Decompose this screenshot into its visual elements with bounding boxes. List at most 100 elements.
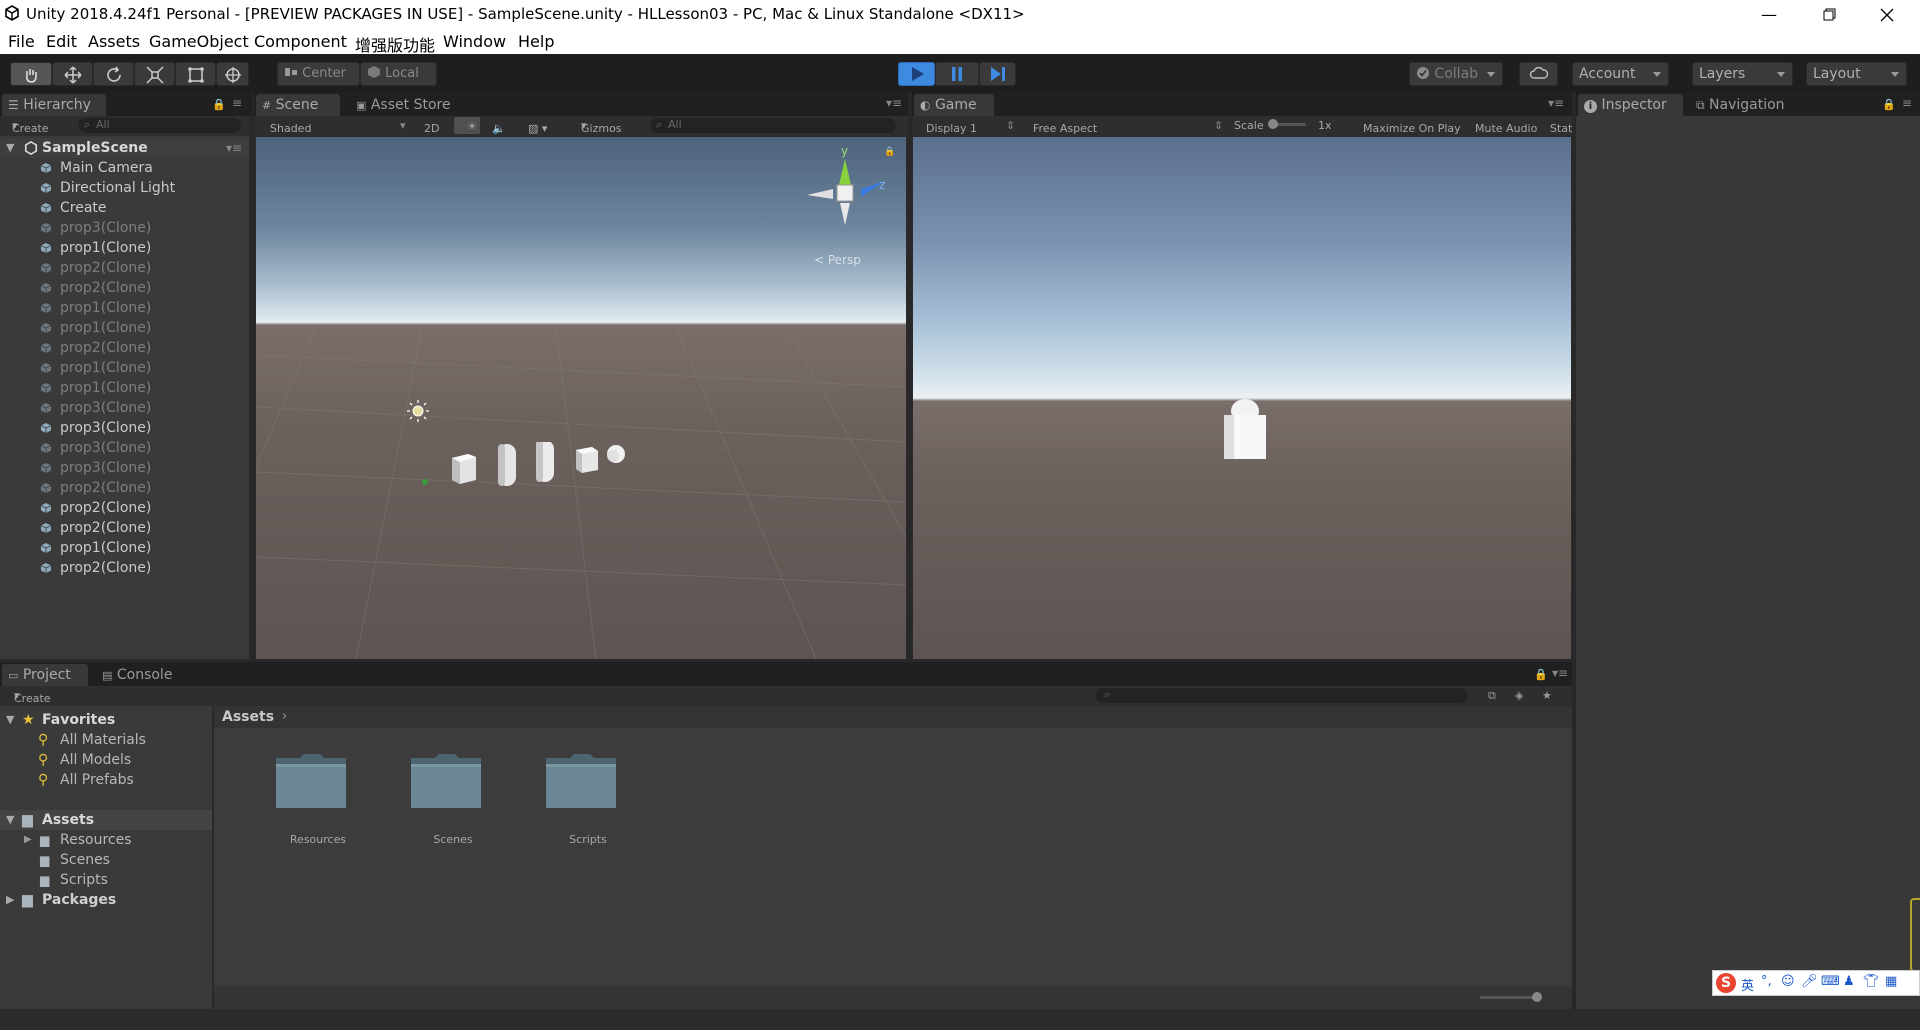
tab-hierarchy[interactable]: ☰ Hierarchy bbox=[2, 94, 106, 116]
hierarchy-search-input[interactable]: ⌕ All bbox=[78, 118, 241, 133]
directional-light-gizmo-icon[interactable] bbox=[406, 399, 430, 423]
favorite-item[interactable]: ⚲ All Models bbox=[0, 750, 212, 770]
lighting-toggle[interactable]: ☀ bbox=[454, 117, 480, 134]
prop-cube-2[interactable] bbox=[576, 447, 598, 473]
scene-orientation-gizmo[interactable]: y z bbox=[801, 143, 891, 243]
persp-label[interactable]: < Persp bbox=[814, 253, 861, 267]
favorites-row[interactable]: ▼ ★ Favorites bbox=[0, 710, 212, 730]
inspector-menu-icon[interactable]: ≡ bbox=[1902, 96, 1912, 110]
rotate-tool-button[interactable] bbox=[93, 62, 134, 86]
favorites-expand-icon[interactable]: ▼ bbox=[6, 710, 14, 730]
menu-file[interactable]: File bbox=[8, 32, 35, 51]
ime-user-icon[interactable]: ♟ bbox=[1843, 974, 1855, 989]
move-tool-button[interactable] bbox=[52, 62, 93, 86]
prop-cube-1[interactable] bbox=[452, 454, 476, 484]
step-button[interactable] bbox=[979, 62, 1016, 86]
hierarchy-row[interactable]: prop3(Clone) bbox=[0, 218, 250, 238]
close-button[interactable] bbox=[1864, 0, 1910, 29]
menu-enhanced[interactable]: 增强版功能 bbox=[355, 32, 435, 56]
collab-dropdown[interactable]: Collab bbox=[1409, 62, 1503, 86]
hierarchy-row[interactable]: Directional Light bbox=[0, 178, 250, 198]
tab-navigation[interactable]: ⧉ Navigation bbox=[1690, 94, 1800, 116]
scene-viewport[interactable]: y z 🔒 < Persp bbox=[256, 137, 906, 659]
sogou-logo-icon[interactable]: S bbox=[1716, 973, 1736, 993]
rect-tool-button[interactable] bbox=[175, 62, 216, 86]
project-search-input[interactable]: ⌕ bbox=[1096, 688, 1468, 703]
hierarchy-row[interactable]: prop1(Clone) bbox=[0, 538, 250, 558]
scene-root-row[interactable]: ▼ SampleScene ▾≡ bbox=[0, 138, 250, 158]
favorite-item[interactable]: ⚲ All Materials bbox=[0, 730, 212, 750]
tab-scene[interactable]: # Scene bbox=[256, 94, 340, 116]
menu-component[interactable]: Component bbox=[254, 32, 347, 51]
asset-folder-row[interactable]: ▆ Scenes bbox=[0, 850, 212, 870]
scale-tool-button[interactable] bbox=[134, 62, 175, 86]
scale-slider[interactable] bbox=[1268, 119, 1306, 129]
ime-punct-icon[interactable]: °, bbox=[1761, 974, 1772, 989]
project-menu-icon[interactable]: ▾≡ bbox=[1552, 666, 1568, 680]
filter-type-icon[interactable]: ⧉ bbox=[1488, 689, 1496, 703]
play-button[interactable] bbox=[898, 62, 935, 86]
grid-folder-item[interactable]: Scenes bbox=[393, 750, 513, 860]
game-viewport[interactable] bbox=[913, 137, 1571, 659]
assets-row[interactable]: ▼ ▆ Assets bbox=[0, 810, 212, 830]
panel-menu-icon[interactable]: ≡ bbox=[232, 96, 242, 110]
hierarchy-row[interactable]: prop1(Clone) bbox=[0, 238, 250, 258]
lock-icon[interactable]: 🔒 bbox=[212, 98, 226, 111]
tab-asset-store[interactable]: ▣ Asset Store bbox=[350, 94, 470, 116]
cloud-button[interactable] bbox=[1519, 62, 1558, 86]
inspector-lock-icon[interactable]: 🔒 bbox=[1882, 98, 1896, 111]
menu-edit[interactable]: Edit bbox=[46, 32, 77, 51]
ime-lang[interactable]: 英 bbox=[1741, 975, 1754, 994]
hierarchy-row[interactable]: prop2(Clone) bbox=[0, 498, 250, 518]
menu-window[interactable]: Window bbox=[443, 32, 506, 51]
hierarchy-row[interactable]: prop2(Clone) bbox=[0, 278, 250, 298]
tab-project[interactable]: ▭ Project bbox=[2, 664, 88, 686]
ime-skin-icon[interactable]: 👕︎ bbox=[1863, 974, 1880, 989]
hierarchy-row[interactable]: prop1(Clone) bbox=[0, 298, 250, 318]
hierarchy-row[interactable]: prop2(Clone) bbox=[0, 518, 250, 538]
hierarchy-row[interactable]: prop2(Clone) bbox=[0, 558, 250, 578]
icon-size-slider[interactable] bbox=[1480, 992, 1542, 1002]
game-panel-menu-icon[interactable]: ▾≡ bbox=[1548, 96, 1564, 110]
asset-folder-row[interactable]: ▆ Scripts bbox=[0, 870, 212, 890]
hierarchy-row[interactable]: prop1(Clone) bbox=[0, 318, 250, 338]
ime-tools-icon[interactable]: ▦ bbox=[1885, 974, 1897, 989]
menu-help[interactable]: Help bbox=[518, 32, 554, 51]
pause-button[interactable] bbox=[935, 62, 979, 86]
favorite-item[interactable]: ⚲ All Prefabs bbox=[0, 770, 212, 790]
transform-tool-button[interactable] bbox=[216, 62, 249, 86]
scale-slider-thumb[interactable] bbox=[1268, 119, 1278, 129]
account-dropdown[interactable]: Account bbox=[1572, 62, 1669, 86]
gizmo-lock-icon[interactable]: 🔒 bbox=[884, 147, 895, 157]
hierarchy-row[interactable]: prop1(Clone) bbox=[0, 378, 250, 398]
create-object-marker[interactable] bbox=[422, 479, 428, 485]
grid-folder-item[interactable]: Scripts bbox=[528, 750, 648, 860]
ime-emoji-icon[interactable]: ☺ bbox=[1781, 974, 1795, 989]
hierarchy-row[interactable]: prop3(Clone) bbox=[0, 398, 250, 418]
tab-console[interactable]: ▤ Console bbox=[96, 664, 186, 686]
ime-mic-icon[interactable]: 🎤︎ bbox=[1801, 974, 1818, 989]
ime-keyboard-icon[interactable]: ⌨ bbox=[1821, 974, 1840, 989]
hierarchy-row[interactable]: prop2(Clone) bbox=[0, 258, 250, 278]
grid-folder-item[interactable]: Resources bbox=[258, 750, 378, 860]
restore-button[interactable] bbox=[1806, 0, 1852, 29]
hierarchy-row[interactable]: prop1(Clone) bbox=[0, 358, 250, 378]
packages-expand-icon[interactable]: ▶ bbox=[6, 890, 14, 910]
hierarchy-create-dropdown[interactable]: Create ▾ bbox=[12, 119, 49, 135]
tab-game[interactable]: ◐ Game bbox=[914, 94, 994, 116]
favorite-star-icon[interactable]: ★ bbox=[1542, 689, 1552, 702]
hand-tool-button[interactable] bbox=[10, 62, 52, 86]
layout-dropdown[interactable]: Layout bbox=[1806, 62, 1907, 86]
hierarchy-row[interactable]: prop3(Clone) bbox=[0, 418, 250, 438]
breadcrumb-assets[interactable]: Assets bbox=[222, 709, 274, 725]
pivot-local-toggle[interactable]: Local bbox=[360, 62, 437, 86]
prop-capsule-1[interactable] bbox=[498, 444, 516, 486]
packages-row[interactable]: ▶ ▆ Packages bbox=[0, 890, 212, 910]
gizmos-dropdown[interactable]: Gizmos ▾ bbox=[581, 119, 622, 135]
minimize-button[interactable]: — bbox=[1746, 0, 1792, 29]
project-create-dropdown[interactable]: Create ▾ bbox=[14, 689, 51, 705]
assets-expand-icon[interactable]: ▼ bbox=[6, 810, 14, 830]
hierarchy-row[interactable]: Create bbox=[0, 198, 250, 218]
layers-dropdown[interactable]: Layers bbox=[1692, 62, 1793, 86]
asset-folder-row[interactable]: ▶ ▆ Resources bbox=[0, 830, 212, 850]
